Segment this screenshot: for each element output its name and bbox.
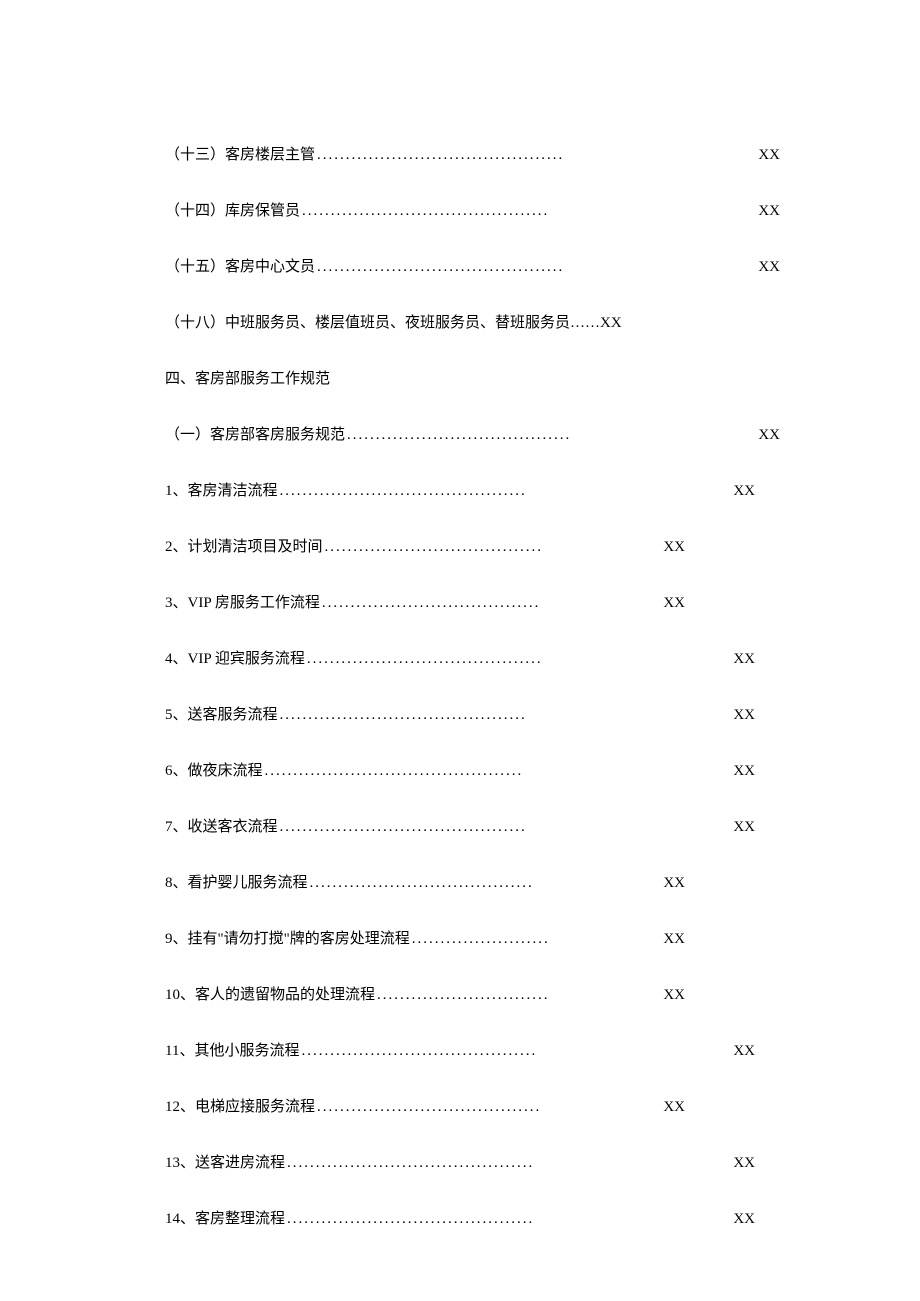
toc-dots: ........................................… xyxy=(305,649,733,670)
toc-dots: ....................................... xyxy=(308,873,664,894)
toc-label: 8、看护婴儿服务流程 xyxy=(165,873,308,894)
toc-entry: 11、其他小服务流程 .............................… xyxy=(165,1041,755,1062)
toc-label: 13、送客进房流程 xyxy=(165,1153,285,1174)
toc-entry: 14、客房整理流程 ..............................… xyxy=(165,1209,755,1230)
section-heading: 四、客房部服务工作规范 xyxy=(165,369,770,390)
toc-page: XX xyxy=(663,593,685,614)
toc-page: XX xyxy=(733,1153,755,1174)
toc-label: （一）客房部客房服务规范 xyxy=(165,425,345,446)
toc-page: XX xyxy=(733,481,755,502)
toc-page: XX xyxy=(663,537,685,558)
toc-label: （十三）客房楼层主管 xyxy=(165,145,315,166)
toc-page: XX xyxy=(758,425,780,446)
toc-dots: ...................................... xyxy=(323,537,664,558)
toc-page: XX xyxy=(758,201,780,222)
toc-label: 4、VIP 迎宾服务流程 xyxy=(165,649,305,670)
toc-dots: ........................................… xyxy=(278,481,734,502)
toc-entry: 4、VIP 迎宾服务流程 ...........................… xyxy=(165,649,755,670)
toc-entry: 8、看护婴儿服务流程 .............................… xyxy=(165,873,685,894)
toc-entry: 3、VIP 房服务工作流程 ..........................… xyxy=(165,593,685,614)
toc-entry: 2、计划清洁项目及时间 ............................… xyxy=(165,537,685,558)
toc-label: （十四）库房保管员 xyxy=(165,201,300,222)
toc-label: 10、客人的遗留物品的处理流程 xyxy=(165,985,375,1006)
toc-entry: 9、挂有"请勿打搅"牌的客房处理流程 .....................… xyxy=(165,929,685,950)
toc-dots: ........................................… xyxy=(299,1041,733,1062)
toc-entry: 7、收送客衣流程 ...............................… xyxy=(165,817,755,838)
toc-page: XX xyxy=(663,873,685,894)
toc-entry: 1、客房清洁流程 ...............................… xyxy=(165,481,755,502)
toc-entry: 12、电梯应接服务流程 ............................… xyxy=(165,1097,685,1118)
toc-page: XX xyxy=(733,1209,755,1230)
toc-page: XX xyxy=(733,705,755,726)
toc-dots: ........................................… xyxy=(300,201,758,222)
toc-label: （十八）中班服务员、楼层值班员、夜班服务员、替班服务员…… xyxy=(165,313,600,334)
document-page: （十三）客房楼层主管 .............................… xyxy=(0,0,920,1230)
toc-entry: 10、客人的遗留物品的处理流程 ........................… xyxy=(165,985,685,1006)
toc-entry: （十八）中班服务员、楼层值班员、夜班服务员、替班服务员…… XX xyxy=(165,313,770,334)
toc-entry: （一）客房部客房服务规范 ...........................… xyxy=(165,425,780,446)
toc-dots: ........................................… xyxy=(285,1209,733,1230)
toc-dots: ........................................… xyxy=(315,257,758,278)
toc-page: XX xyxy=(733,761,755,782)
toc-dots: ........................................… xyxy=(285,1153,733,1174)
toc-label: 9、挂有"请勿打搅"牌的客房处理流程 xyxy=(165,929,410,950)
toc-dots: ...................................... xyxy=(320,593,663,614)
toc-page: XX xyxy=(663,1097,685,1118)
toc-entry: 5、送客服务流程 ...............................… xyxy=(165,705,755,726)
toc-label: 3、VIP 房服务工作流程 xyxy=(165,593,320,614)
toc-dots: .............................. xyxy=(375,985,663,1006)
toc-dots: ........................................… xyxy=(263,761,734,782)
toc-page: XX xyxy=(663,929,685,950)
toc-page: XX xyxy=(758,257,780,278)
toc-dots: ....................................... xyxy=(315,1097,663,1118)
toc-page: XX xyxy=(733,649,755,670)
toc-label: （十五）客房中心文员 xyxy=(165,257,315,278)
toc-entry: （十三）客房楼层主管 .............................… xyxy=(165,145,780,166)
toc-entry: （十五）客房中心文员 .............................… xyxy=(165,257,780,278)
toc-page: XX xyxy=(600,313,622,334)
toc-label: 14、客房整理流程 xyxy=(165,1209,285,1230)
toc-dots: ........................................… xyxy=(315,145,758,166)
toc-label: 11、其他小服务流程 xyxy=(165,1041,299,1062)
toc-page: XX xyxy=(663,985,685,1006)
toc-page: XX xyxy=(733,1041,755,1062)
toc-page: XX xyxy=(758,145,780,166)
toc-dots: ........................................… xyxy=(278,705,734,726)
toc-label: 2、计划清洁项目及时间 xyxy=(165,537,323,558)
toc-dots: ....................................... xyxy=(345,425,758,446)
toc-label: 6、做夜床流程 xyxy=(165,761,263,782)
toc-entry: 13、送客进房流程 ..............................… xyxy=(165,1153,755,1174)
toc-entry: （十四）库房保管员 ..............................… xyxy=(165,201,780,222)
toc-entry: 6、做夜床流程 ................................… xyxy=(165,761,755,782)
toc-label: 5、送客服务流程 xyxy=(165,705,278,726)
toc-dots: ........................ xyxy=(410,929,664,950)
toc-label: 1、客房清洁流程 xyxy=(165,481,278,502)
toc-label: 12、电梯应接服务流程 xyxy=(165,1097,315,1118)
toc-page: XX xyxy=(733,817,755,838)
toc-label: 7、收送客衣流程 xyxy=(165,817,278,838)
toc-dots: ........................................… xyxy=(278,817,734,838)
